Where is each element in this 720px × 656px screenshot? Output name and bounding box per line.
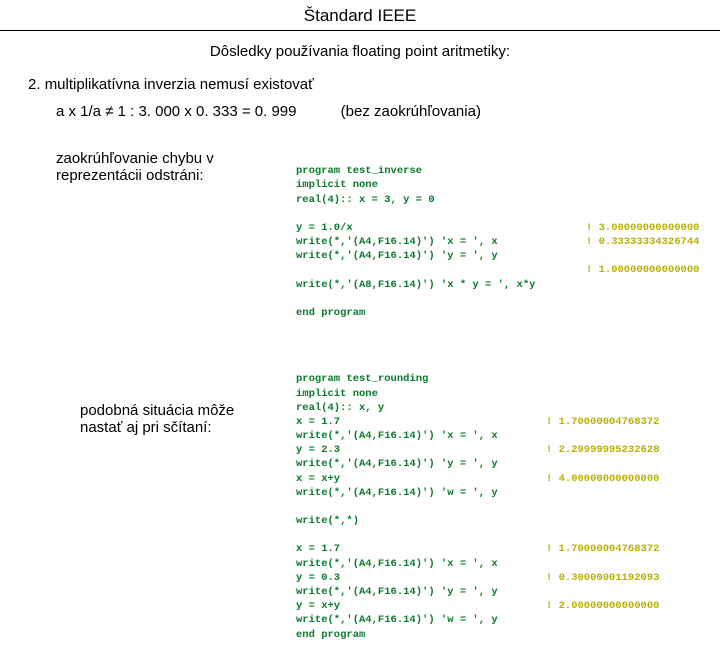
label2-l2: nastať aj pri sčítaní: (80, 419, 212, 436)
formula-note: (bez zaokrúhľovania) (341, 103, 481, 120)
code2-src: program test_rounding implicit none real… (296, 373, 498, 640)
item-number: 2. (28, 76, 41, 93)
label1-l2: reprezentácii odstráni: (56, 167, 204, 184)
page-subtitle: Dôsledky používania floating point aritm… (0, 31, 720, 76)
code2-output: ! 1.70000004768372 ! 2.29999995232628 ! … (546, 358, 659, 613)
code-block-2: program test_rounding implicit none real… (296, 358, 700, 656)
formula-expr: a x 1/a ≠ 1 : 3. 000 x 0. 333 = 0. 999 (56, 103, 296, 120)
page-title: Štandard IEEE (0, 0, 720, 31)
formula-line: a x 1/a ≠ 1 : 3. 000 x 0. 333 = 0. 999 (… (0, 93, 720, 120)
example-row-2: podobná situácia môže nastať aj pri sčít… (0, 358, 720, 656)
label1-l1: zaokrúhľovanie chybu v (56, 150, 214, 167)
code-block-1: program test_inverse implicit none real(… (296, 150, 700, 334)
code1-output: ! 3.00000000000000 ! 0.33333334326744 ! … (586, 150, 699, 278)
code1-src: program test_inverse implicit none real(… (296, 165, 535, 319)
item-text: multiplikatívna inverzia nemusí existova… (45, 76, 314, 93)
label2-l1: podobná situácia môže (80, 402, 234, 419)
example-label-2: podobná situácia môže nastať aj pri sčít… (56, 402, 296, 436)
example-label-1: zaokrúhľovanie chybu v reprezentácii ods… (56, 150, 296, 184)
example-row-1: zaokrúhľovanie chybu v reprezentácii ods… (0, 150, 720, 334)
list-item: 2. multiplikatívna inverzia nemusí exist… (0, 76, 720, 93)
